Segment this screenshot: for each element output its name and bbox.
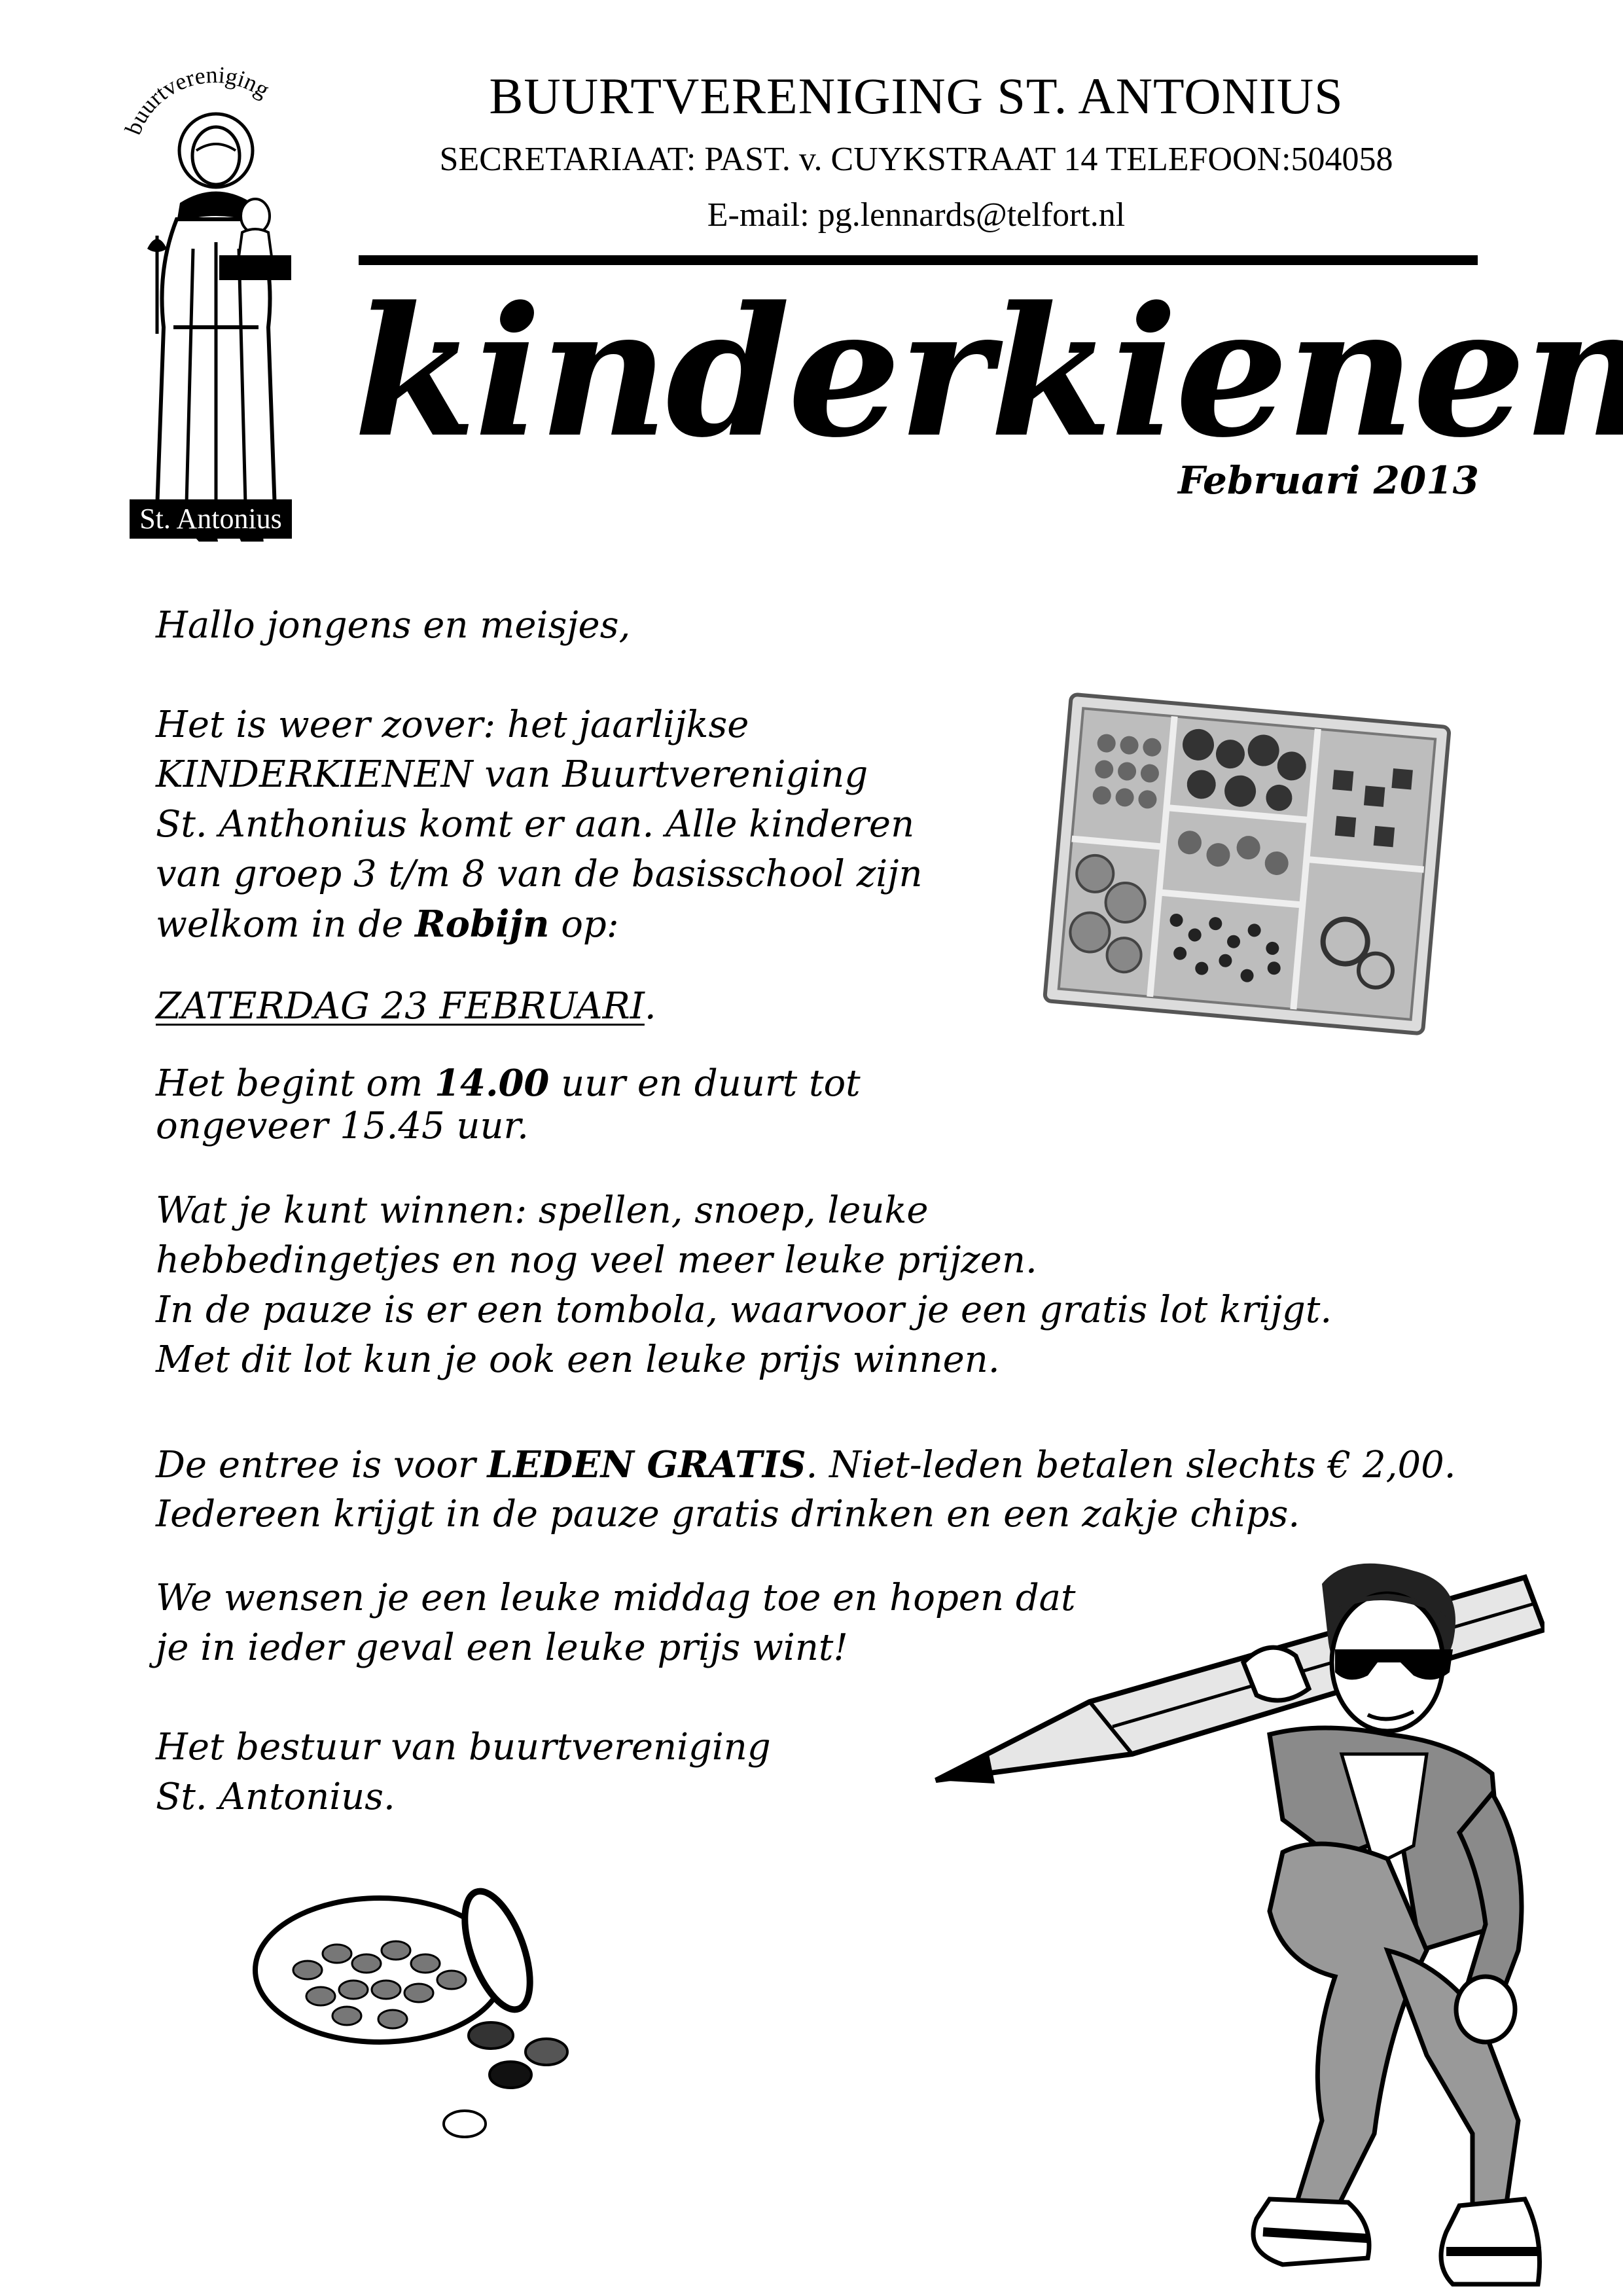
entry-line: De entree is voor LEDEN GRATIS. Niet-led… bbox=[156, 1443, 1456, 1486]
start-time: 14.00 bbox=[435, 1062, 550, 1105]
prizes-line: hebbedingetjes en nog veel meer leuke pr… bbox=[156, 1239, 1037, 1282]
wish-line: je in ieder geval een leuke prijs wint! bbox=[156, 1626, 848, 1669]
logo-badge: St. Antonius bbox=[130, 499, 292, 539]
prizes-line: Wat je kunt winnen: spellen, snoep, leuk… bbox=[156, 1189, 929, 1232]
saint-antonius-logo bbox=[147, 112, 291, 542]
venue-name: Robijn bbox=[415, 903, 550, 946]
signature-line: St. Antonius. bbox=[156, 1776, 395, 1818]
bead-box-image bbox=[1043, 692, 1451, 1035]
organisation-title: BUURTVERENIGING ST. ANTONIUS bbox=[489, 67, 1344, 124]
event-title: kinderkienen bbox=[353, 268, 1623, 477]
intro-line: KINDERKIENEN van Buurtvereniging bbox=[156, 753, 868, 796]
welcome-line: welkom in de Robijn op: bbox=[156, 903, 619, 946]
header-divider bbox=[359, 255, 1478, 265]
signature-line: Het bestuur van buurtvereniging bbox=[156, 1726, 771, 1768]
prizes-line: In de pauze is er een tombola, waarvoor … bbox=[156, 1289, 1332, 1331]
event-day-line: ZATERDAG 23 FEBRUARI. bbox=[156, 985, 656, 1028]
intro-line: St. Anthonius komt er aan. Alle kinderen bbox=[156, 803, 915, 846]
intro-line: van groep 3 t/m 8 van de basisschool zij… bbox=[156, 853, 923, 895]
event-day: ZATERDAG 23 FEBRUARI bbox=[156, 985, 645, 1028]
boy-with-pencil-image bbox=[935, 1563, 1544, 2287]
greeting: Hallo jongens en meisjes, bbox=[156, 604, 631, 647]
end-time-line: ongeveer 15.45 uur. bbox=[156, 1105, 529, 1147]
intro-line: Het is weer zover: het jaarlijkse bbox=[156, 704, 749, 746]
event-date: Februari 2013 bbox=[1178, 458, 1479, 503]
contact-email[interactable]: E-mail: pg.lennards@telfort.nl bbox=[314, 198, 1518, 232]
entry-line-2: Iedereen krijgt in de pauze gratis drink… bbox=[156, 1493, 1300, 1535]
candy-jar-image bbox=[253, 1888, 569, 2138]
prizes-line: Met dit lot kun je ook een leuke prijs w… bbox=[156, 1338, 1000, 1381]
members-free: LEDEN GRATIS bbox=[487, 1443, 806, 1486]
secretariat-address: SECRETARIAAT: PAST. v. CUYKSTRAAT 14 TEL… bbox=[439, 141, 1393, 178]
